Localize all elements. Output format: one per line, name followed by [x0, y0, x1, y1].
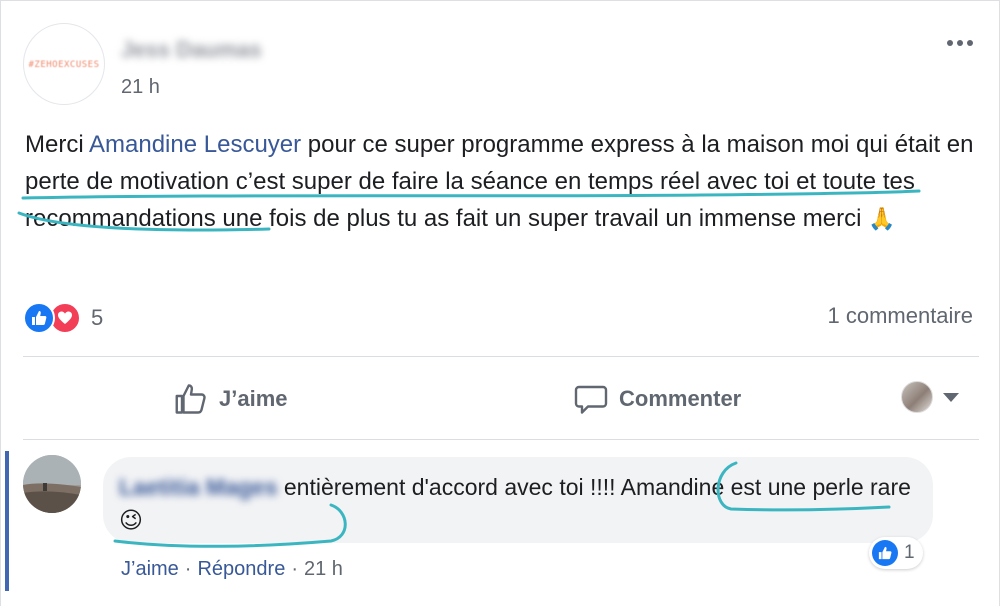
comment-reply-link[interactable]: Répondre — [197, 558, 285, 581]
comment-as-selector[interactable] — [901, 381, 959, 413]
comment-count-link[interactable]: 1 commentaire — [827, 303, 973, 329]
comment-text: entièrement d'accord avec toi !!!! Amand… — [283, 474, 911, 500]
comment-actions: J’aime · Répondre · 21 h — [121, 558, 343, 581]
comment-reaction-count: 1 — [904, 542, 915, 563]
like-button[interactable]: J’aime — [173, 377, 288, 421]
page-avatar[interactable]: #ZEHOEXCUSES — [23, 23, 105, 105]
commenter-avatar[interactable] — [23, 455, 81, 513]
reaction-count: 5 — [91, 305, 104, 330]
post-text: Merci Amandine Lescuyer pour ce super pr… — [25, 126, 975, 237]
divider — [23, 439, 979, 440]
comment-bubble-icon — [574, 385, 608, 414]
comment-bubble: Laetitia Mages entièrement d'accord avec… — [103, 457, 933, 543]
divider — [23, 356, 979, 357]
more-options-icon[interactable] — [947, 33, 983, 53]
separator: · — [184, 558, 192, 580]
post-card: #ZEHOEXCUSES Jess Daumas 21 h Merci Aman… — [0, 0, 1000, 606]
comment-reaction-summary[interactable]: 1 — [869, 537, 923, 569]
audience-caret-icon — [943, 392, 959, 402]
like-reaction-icon — [23, 302, 55, 334]
like-reaction-icon — [872, 540, 898, 566]
comment-author[interactable]: Laetitia Mages — [119, 474, 278, 500]
comment-like-link[interactable]: J’aime — [121, 558, 179, 581]
post-author[interactable]: Jess Daumas — [121, 37, 262, 63]
wink-emoji: 😉 — [119, 507, 143, 533]
comment-button-label: Commenter — [619, 386, 742, 411]
separator: · — [291, 558, 298, 580]
pray-emoji: 🙏 — [868, 206, 896, 231]
post-text-start: Merci — [25, 131, 90, 158]
reaction-summary[interactable]: 5 — [23, 301, 103, 335]
comment-timestamp[interactable]: 21 h — [304, 558, 343, 581]
current-user-avatar — [901, 381, 933, 413]
comment-highlight-bar — [5, 451, 9, 591]
comment-button[interactable]: Commenter — [573, 377, 741, 421]
thumbs-up-icon — [175, 384, 206, 414]
like-button-label: J’aime — [219, 386, 288, 411]
avatar-logo-text: #ZEHOEXCUSES — [28, 60, 100, 70]
mention-link[interactable]: Amandine Lescuyer — [89, 131, 301, 158]
post-timestamp[interactable]: 21 h — [121, 76, 160, 99]
